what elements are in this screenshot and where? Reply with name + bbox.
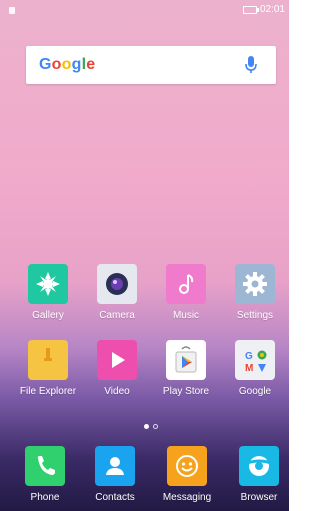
app-label: File Explorer	[19, 386, 77, 397]
home-screen: 02:01 Google Gallery Camera Music Settin…	[0, 0, 289, 511]
clock: 02:01	[259, 4, 285, 15]
app-settings[interactable]: Settings	[225, 264, 285, 321]
app-browser[interactable]: Browser	[229, 446, 289, 503]
logo-letter: o	[51, 56, 62, 73]
status-right: 02:01	[242, 4, 285, 15]
mic-icon[interactable]	[244, 55, 258, 75]
page-dot-active	[144, 424, 149, 429]
app-label: Messaging	[162, 492, 212, 503]
svg-text:M: M	[245, 363, 253, 374]
app-contacts[interactable]: Contacts	[85, 446, 145, 503]
app-video[interactable]: Video	[87, 340, 147, 397]
app-label: Gallery	[32, 310, 64, 321]
folder-icon	[28, 340, 68, 380]
logo-letter: g	[71, 56, 82, 73]
music-icon	[166, 264, 206, 304]
phone-icon	[25, 446, 65, 486]
app-label: Phone	[30, 492, 60, 503]
logo-letter: e	[86, 56, 96, 73]
notification-icon	[9, 7, 15, 14]
camera-icon	[97, 264, 137, 304]
app-label: Music	[172, 310, 200, 321]
app-messaging[interactable]: Messaging	[157, 446, 217, 503]
app-google[interactable]: G M Google	[225, 340, 285, 397]
video-icon	[97, 340, 137, 380]
battery-icon	[242, 5, 259, 14]
page-indicator	[144, 424, 158, 429]
browser-icon	[239, 446, 279, 486]
app-music[interactable]: Music	[156, 264, 216, 321]
google-logo: Google	[39, 56, 95, 74]
app-label: Video	[104, 386, 130, 397]
logo-letter: o	[61, 56, 72, 73]
app-gallery[interactable]: Gallery	[18, 264, 78, 321]
app-label: Settings	[236, 310, 274, 321]
app-label: Camera	[99, 310, 135, 321]
settings-icon	[235, 264, 275, 304]
contacts-icon	[95, 446, 135, 486]
logo-letter: G	[39, 56, 52, 73]
dock: Phone Contacts Messaging Browser	[0, 440, 289, 511]
google-folder-icon: G M	[235, 340, 275, 380]
app-camera[interactable]: Camera	[87, 264, 147, 321]
app-label: Google	[238, 386, 272, 397]
app-label: Contacts	[95, 492, 135, 503]
app-file-explorer[interactable]: File Explorer	[18, 340, 78, 397]
app-play-store[interactable]: Play Store	[156, 340, 216, 397]
gallery-icon	[28, 264, 68, 304]
status-bar: 02:01	[0, 0, 289, 22]
messaging-icon	[167, 446, 207, 486]
play-store-icon	[166, 340, 206, 380]
page-dot	[153, 424, 158, 429]
google-search-bar[interactable]: Google	[26, 46, 276, 84]
app-label: Play Store	[162, 386, 210, 397]
app-phone[interactable]: Phone	[15, 446, 75, 503]
svg-text:G: G	[245, 351, 253, 362]
app-label: Browser	[240, 492, 278, 503]
